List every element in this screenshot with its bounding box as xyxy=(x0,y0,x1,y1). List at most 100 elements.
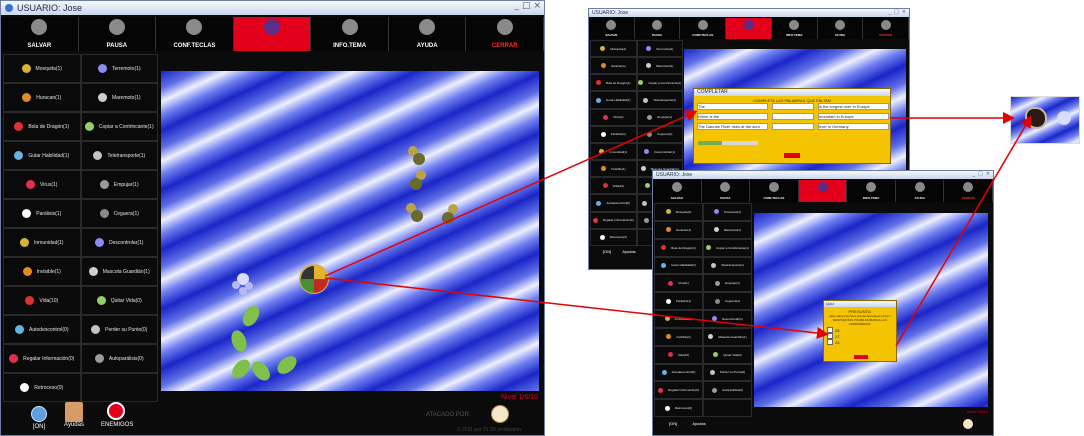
leaf-piece-4[interactable] xyxy=(249,358,274,384)
thumb1-toolbar-button-info-tema[interactable]: INFO.TEMA xyxy=(771,18,818,39)
power-cell[interactable]: Invisible(1) xyxy=(3,257,81,286)
leaf-piece-2[interactable] xyxy=(229,328,250,353)
power-cell[interactable]: Quitar Vida(0) xyxy=(80,286,158,315)
thumb1-toolbar-button-conf-teclas[interactable]: CONF.TECLAS xyxy=(680,18,727,39)
leaf-piece-1[interactable] xyxy=(239,303,262,329)
power-cell[interactable]: Bola de Dragón(1) xyxy=(3,112,81,141)
thumb1-power-cell[interactable]: Inmunidad(1) xyxy=(590,142,637,161)
power-cell[interactable]: Vida(10) xyxy=(3,286,81,315)
fill-ok-button[interactable] xyxy=(784,153,800,158)
toolbar-button-cerrar[interactable]: CERRAR xyxy=(466,17,544,51)
thumb1-power-cell[interactable]: Maremoto(1) xyxy=(636,57,683,75)
power-cell[interactable]: Autoparálisis(0) xyxy=(80,344,158,373)
thumb1-power-cell[interactable]: Terremoto(1) xyxy=(636,40,683,58)
thumb1-power-cell[interactable]: Parálisis(1) xyxy=(590,125,637,143)
thumb2-toolbar-button-ayuda[interactable]: AYUDA xyxy=(895,180,945,202)
thumb2-power-cell[interactable]: Retroceso(0) xyxy=(654,399,703,417)
leaf-piece-5[interactable] xyxy=(274,353,300,378)
thumb2-power-cell[interactable]: Inmunidad(1) xyxy=(654,310,703,328)
thumb2-toolbar-button-info-tema[interactable]: INFO.TEMA xyxy=(847,180,896,202)
thumb1-power-cell[interactable]: Empujar(1) xyxy=(636,108,683,126)
toolbar-button-info-tema[interactable]: INFO.TEMA xyxy=(311,17,389,51)
power-cell[interactable]: Retroceso(0) xyxy=(3,373,81,402)
thumb1-power-cell[interactable]: Ceguera(1) xyxy=(636,125,683,143)
thumb1-maximize-icon[interactable]: □ xyxy=(894,9,899,15)
thumb1-toolbar-button-salvar[interactable]: SALVAR xyxy=(589,18,635,39)
power-cell[interactable]: Teletransporte(1) xyxy=(80,141,158,170)
thumb2-power-cell[interactable]: Regalar Información(0) xyxy=(654,381,703,400)
monkey-piece-1[interactable] xyxy=(408,146,425,165)
thumb2-minimize-icon[interactable]: _ xyxy=(973,171,976,177)
power-cell[interactable]: Regalar Información(0) xyxy=(3,344,81,373)
monkey-piece-3[interactable] xyxy=(406,203,423,222)
thumb1-power-cell[interactable]: Vida(10) xyxy=(590,177,637,195)
power-cell[interactable]: Ceguera(1) xyxy=(80,199,158,228)
thumb2-toolbar-button-conf-teclas[interactable]: CONF.TECLAS xyxy=(750,180,799,202)
thumb1-power-cell[interactable]: Teletransporte(1) xyxy=(636,91,683,109)
power-cell[interactable]: Perder su Punto(0) xyxy=(80,315,158,344)
thumb1-power-cell[interactable]: Mosquita(1) xyxy=(590,40,637,58)
fill-left-field[interactable]: Rhine is the xyxy=(697,113,768,120)
thumb1-power-cell[interactable]: Huracan(1) xyxy=(590,57,637,75)
power-cell[interactable]: Mascota Guardián(1) xyxy=(80,257,158,286)
fill-blank-input[interactable] xyxy=(772,123,814,130)
thumb2-toolbar-button-magic[interactable] xyxy=(798,180,848,202)
close-icon[interactable]: × xyxy=(533,1,541,11)
power-cell[interactable]: Terremoto(1) xyxy=(80,54,158,83)
thumb2-power-cell[interactable]: Bola de Dragón(1) xyxy=(654,238,703,257)
thumb1-toolbar-button-cerrar[interactable]: CERRAR xyxy=(863,18,909,39)
thumb1-power-cell[interactable]: Bola de Dragón(1) xyxy=(590,74,637,92)
thumb2-power-cell[interactable]: Quitar Vida(0) xyxy=(703,345,752,364)
thumb2-power-cell[interactable]: Descontrolar(1) xyxy=(703,310,752,328)
thumb2-power-cell[interactable]: Huracan(1) xyxy=(654,220,703,239)
toolbar-button-conf-teclas[interactable]: CONF.TECLAS xyxy=(156,17,234,51)
leaf-piece-3[interactable] xyxy=(229,356,254,382)
power-cell[interactable]: Copiar a Contrincante(1) xyxy=(80,112,158,141)
quiz-option[interactable]: 26 xyxy=(827,339,839,345)
thumb2-power-cell[interactable]: Copiar a Contrincante(1) xyxy=(703,238,752,257)
power-cell[interactable]: Autodescontrol(0) xyxy=(3,315,81,344)
power-cell[interactable]: Mosquita(1) xyxy=(3,54,81,83)
thumb1-toolbar-button-pausa[interactable]: PAUSA xyxy=(634,18,681,39)
thumb1-power-cell[interactable]: Gutar Habilidad(1) xyxy=(590,91,637,109)
toolbar-button-magic[interactable] xyxy=(233,17,312,51)
thumb1-power-cell[interactable]: Invisible(1) xyxy=(590,160,637,178)
thumb1-toolbar-button-ayuda[interactable]: AYUDA xyxy=(817,18,864,39)
maximize-icon[interactable]: □ xyxy=(522,1,531,11)
thumb2-power-cell[interactable]: Autodescontrol(0) xyxy=(654,363,703,382)
minimize-icon[interactable]: _ xyxy=(514,1,519,11)
toolbar-button-salvar[interactable]: SALVAR xyxy=(1,17,79,51)
quiz-option-checkbox[interactable] xyxy=(827,339,833,345)
power-cell[interactable]: Gutar Habilidad(1) xyxy=(3,141,81,170)
thumb1-close-icon[interactable]: × xyxy=(902,9,906,15)
ayudas-button[interactable]: Ayudas xyxy=(61,402,87,428)
fill-right-field[interactable]: river in Germany xyxy=(818,123,889,130)
enemigos-button[interactable]: ENEMIGOS xyxy=(101,402,133,428)
toolbar-button-ayuda[interactable]: AYUDA xyxy=(388,17,467,51)
thumb2-power-cell[interactable]: Parálisis(1) xyxy=(654,292,703,310)
thumb1-power-cell[interactable]: Regalar Información(0) xyxy=(590,211,637,229)
thumb1-minimize-icon[interactable]: _ xyxy=(889,9,892,15)
thumb2-power-cell[interactable]: Mosquita(1) xyxy=(654,203,703,221)
thumb2-maximize-icon[interactable]: □ xyxy=(978,171,983,177)
thumb2-power-cell[interactable]: Gutar Habilidad(1) xyxy=(654,256,703,275)
power-cell[interactable]: Empujar(1) xyxy=(80,170,158,199)
power-cell[interactable]: Maremoto(1) xyxy=(80,83,158,112)
thumb1-power-cell[interactable]: Autodescontrol(0) xyxy=(590,194,637,212)
thumb2-power-cell[interactable]: Autoparálisis(0) xyxy=(703,381,752,400)
thumb2-close-icon[interactable]: × xyxy=(986,171,990,177)
thumb2-power-cell[interactable]: Mascota Guardián(1) xyxy=(703,327,752,346)
power-cell[interactable]: Huracan(1) xyxy=(3,83,81,112)
power-cell[interactable]: Inmunidad(1) xyxy=(3,228,81,257)
thumb2-power-cell[interactable]: Vida(10) xyxy=(654,345,703,364)
online-toggle[interactable]: [ON] xyxy=(27,406,51,430)
roulette-piece[interactable] xyxy=(299,264,329,294)
toolbar-button-pausa[interactable]: PAUSA xyxy=(78,17,157,51)
thumb2-power-cell[interactable]: Teletransporte(1) xyxy=(703,256,752,275)
thumb1-power-cell[interactable]: Virus(1) xyxy=(590,108,637,126)
thumb1-power-cell[interactable]: Retroceso(0) xyxy=(590,228,637,246)
thumb1-toolbar-button-magic[interactable] xyxy=(726,18,772,39)
thumb2-power-cell[interactable]: Perder su Punto(0) xyxy=(703,363,752,382)
thumb1-power-cell[interactable]: Descontrolar(1) xyxy=(636,142,683,161)
power-cell[interactable]: Virus(1) xyxy=(3,170,81,199)
